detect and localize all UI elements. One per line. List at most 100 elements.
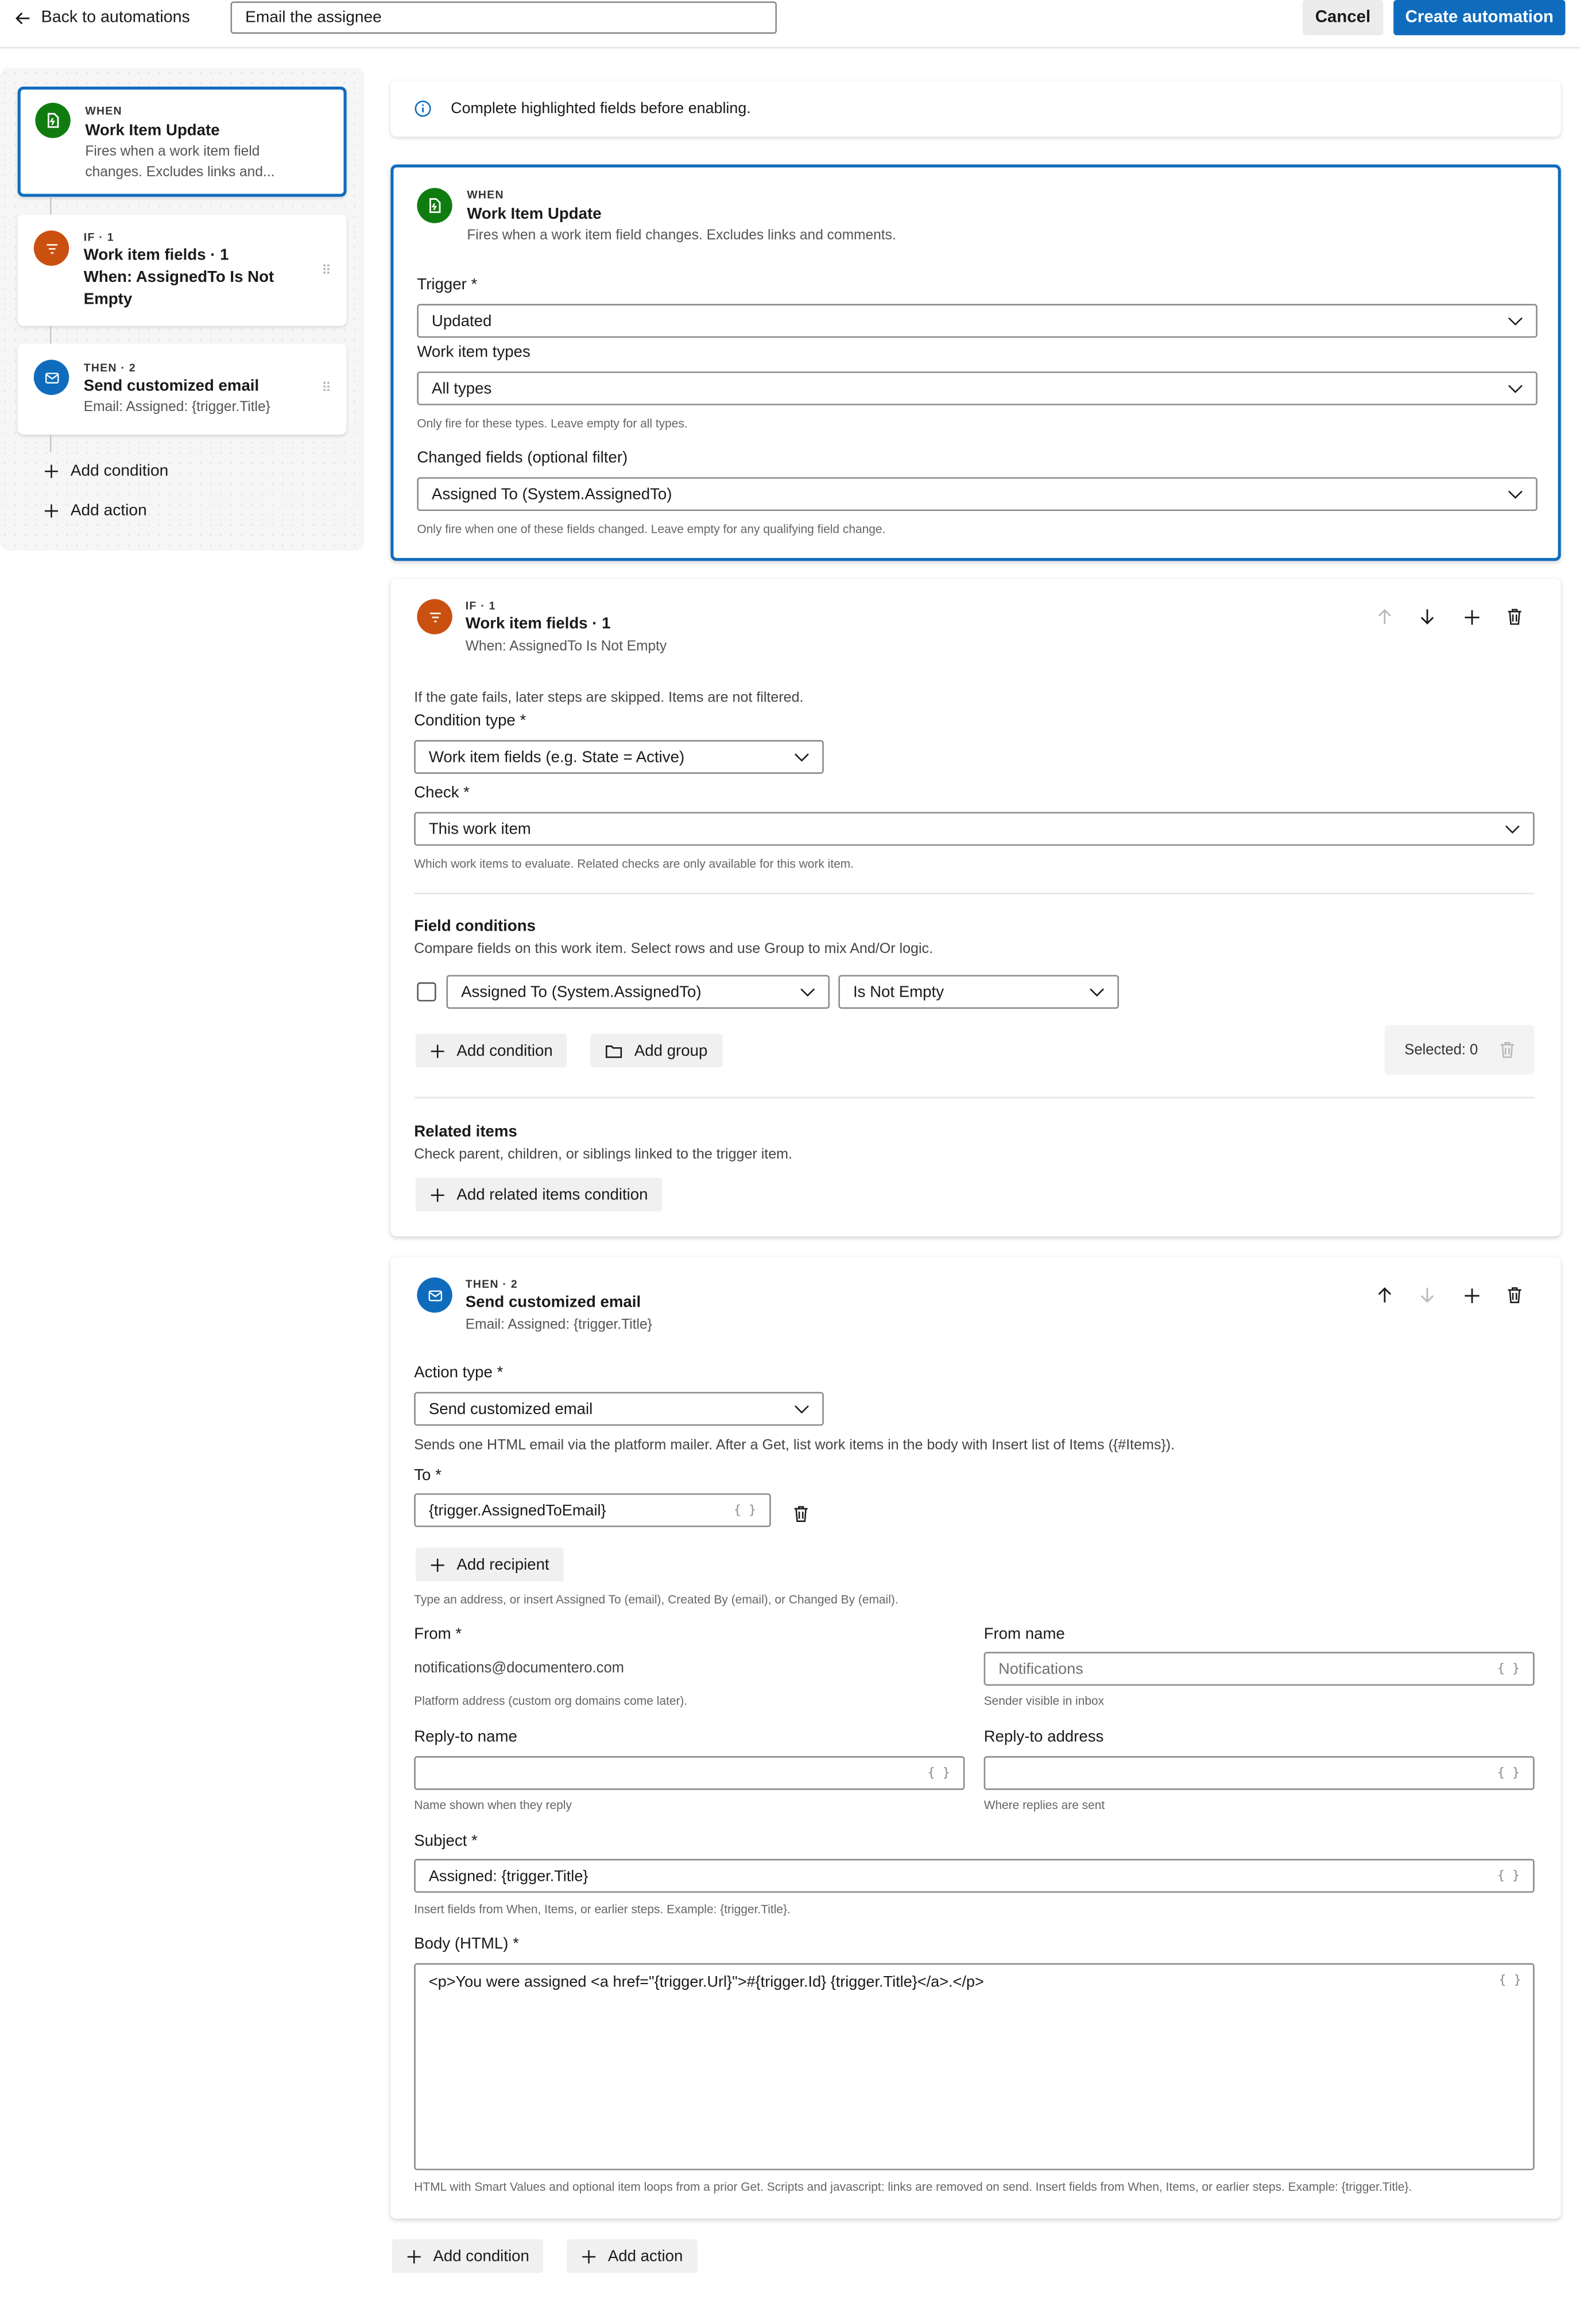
footer-add-action-label: Add action — [607, 2247, 683, 2265]
work-item-types-hint: Only fire for these types. Leave empty f… — [417, 417, 688, 431]
work-item-types-select[interactable]: All types — [417, 371, 1538, 405]
drag-handle-icon[interactable]: ⠿ — [322, 263, 331, 279]
back-to-automations-link[interactable]: Back to automations — [15, 7, 190, 28]
changed-fields-label: Changed fields (optional filter) — [417, 449, 628, 467]
chevron-down-icon — [1508, 490, 1523, 498]
body-html-textarea[interactable]: <p>You were assigned <a href="{trigger.U… — [414, 1963, 1535, 2171]
arrow-down-icon[interactable] — [1414, 1282, 1440, 1308]
arrow-down-icon[interactable] — [1414, 603, 1440, 630]
selected-count: Selected: 0 — [1404, 1041, 1478, 1058]
sidebar-add-action-label: Add action — [70, 502, 147, 520]
validation-info-bar: Complete highlighted fields before enabl… — [390, 80, 1561, 137]
then-subtitle: Email: Assigned: {trigger.Title} — [465, 1317, 652, 1334]
if-subtitle: When: AssignedTo Is Not Empty — [465, 638, 667, 655]
related-items-description: Check parent, children, or siblings link… — [414, 1146, 793, 1163]
automation-name-input[interactable] — [230, 1, 777, 34]
selection-toolbar: Selected: 0 — [1384, 1025, 1535, 1075]
sidebar-add-condition-button[interactable]: Add condition — [44, 461, 169, 482]
braces-icon[interactable]: { } — [927, 1766, 950, 1781]
reply-to-address-label: Reply-to address — [983, 1728, 1104, 1746]
sidebar-when-title: Work Item Update — [85, 122, 220, 140]
add-group-button[interactable]: Add group — [590, 1033, 722, 1068]
plus-icon[interactable] — [1458, 603, 1485, 630]
reply-to-name-field[interactable]: { } — [414, 1756, 965, 1790]
plus-icon — [406, 2249, 421, 2264]
reply-to-address-field[interactable]: { } — [983, 1756, 1535, 1790]
plus-icon — [430, 1187, 445, 1202]
sidebar-step-when[interactable]: WHEN Work Item Update Fires when a work … — [17, 86, 347, 197]
arrow-up-icon[interactable] — [1372, 1282, 1398, 1308]
drag-handle-icon[interactable]: ⠿ — [322, 380, 331, 396]
add-recipient-label: Add recipient — [456, 1555, 549, 1574]
plus-icon — [430, 1043, 445, 1058]
changed-fields-hint: Only fire when one of these fields chang… — [417, 522, 886, 536]
add-recipient-button[interactable]: Add recipient — [415, 1547, 564, 1582]
braces-icon[interactable]: { } — [734, 1503, 756, 1518]
create-automation-button[interactable]: Create automation — [1393, 0, 1566, 36]
chevron-down-icon — [1505, 824, 1520, 833]
sidebar-when-eyebrow: WHEN — [85, 104, 122, 118]
add-condition-button[interactable]: Add condition — [415, 1033, 568, 1068]
braces-icon[interactable]: { } — [1497, 1766, 1520, 1781]
trash-icon[interactable] — [787, 1501, 814, 1527]
reply-to-name-hint: Name shown when they reply — [414, 1799, 572, 1812]
trash-icon[interactable] — [1501, 1282, 1527, 1308]
trash-icon[interactable] — [1501, 603, 1527, 630]
when-title: Work Item Update — [467, 206, 602, 223]
from-name-placeholder: Notifications — [998, 1660, 1083, 1678]
plus-icon[interactable] — [1458, 1282, 1485, 1308]
condition-type-label: Condition type * — [414, 712, 526, 730]
to-recipient-field[interactable]: {trigger.AssignedToEmail} { } — [414, 1493, 771, 1527]
footer-add-condition-label: Add condition — [433, 2247, 529, 2265]
connector-line — [49, 326, 52, 344]
braces-icon[interactable]: { } — [1497, 1869, 1520, 1884]
chevron-down-icon — [795, 753, 810, 761]
condition-operator-value: Is Not Empty — [853, 983, 944, 1001]
trigger-icon — [417, 188, 452, 223]
arrow-up-icon[interactable] — [1372, 603, 1398, 630]
subject-label: Subject * — [414, 1832, 478, 1850]
if-card: IF · 1 Work item fields · 1 When: Assign… — [390, 578, 1561, 1237]
braces-icon[interactable]: { } — [1497, 1661, 1520, 1676]
condition-field-select[interactable]: Assigned To (System.AssignedTo) — [446, 975, 830, 1009]
connector-line — [49, 196, 52, 215]
add-related-items-button[interactable]: Add related items condition — [415, 1178, 663, 1212]
then-card: THEN · 2 Send customized email Email: As… — [390, 1257, 1561, 2219]
sidebar-if-condition: When: AssignedTo Is Not Empty — [83, 269, 274, 309]
check-select[interactable]: This work item — [414, 812, 1535, 846]
sidebar-add-action-button[interactable]: Add action — [44, 501, 147, 521]
then-eyebrow: THEN · 2 — [465, 1277, 518, 1291]
trigger-select[interactable]: Updated — [417, 304, 1538, 338]
action-type-select[interactable]: Send customized email — [414, 1392, 824, 1426]
section-divider — [414, 893, 1535, 894]
from-label: From * — [414, 1625, 462, 1643]
connector-line — [49, 435, 52, 452]
check-value: This work item — [428, 820, 531, 838]
to-label: To * — [414, 1467, 442, 1485]
body-html-value: <p>You were assigned <a href="{trigger.U… — [428, 1973, 984, 1992]
action-type-note: Sends one HTML email via the platform ma… — [414, 1437, 1175, 1454]
footer-add-action-button[interactable]: Add action — [567, 2239, 698, 2273]
arrow-left-icon — [15, 10, 31, 26]
field-conditions-description: Compare fields on this work item. Select… — [414, 941, 934, 958]
body-label: Body (HTML) * — [414, 1935, 519, 1953]
changed-fields-select[interactable]: Assigned To (System.AssignedTo) — [417, 477, 1538, 512]
braces-icon[interactable]: { } — [1498, 1973, 1521, 1988]
condition-operator-select[interactable]: Is Not Empty — [838, 975, 1119, 1009]
from-name-field[interactable]: Notifications { } — [983, 1652, 1535, 1686]
related-items-title: Related items — [414, 1123, 517, 1141]
cancel-button[interactable]: Cancel — [1302, 0, 1384, 36]
if-eyebrow: IF · 1 — [465, 599, 496, 613]
condition-row-checkbox[interactable] — [417, 982, 436, 1002]
condition-type-select[interactable]: Work item fields (e.g. State = Active) — [414, 740, 824, 774]
from-name-hint: Sender visible in inbox — [983, 1694, 1105, 1708]
trigger-icon — [35, 103, 71, 138]
sidebar-step-then[interactable]: THEN · 2 Send customized email Email: As… — [17, 343, 347, 435]
check-hint: Which work items to evaluate. Related ch… — [414, 857, 854, 871]
sidebar-step-if[interactable]: IF · 1 Work item fields · 1 When: Assign… — [17, 214, 347, 326]
sidebar-add-condition-label: Add condition — [70, 462, 169, 481]
subject-field[interactable]: Assigned: {trigger.Title} { } — [414, 1858, 1535, 1893]
add-group-label: Add group — [634, 1041, 708, 1060]
footer-add-condition-button[interactable]: Add condition — [392, 2239, 544, 2273]
action-type-label: Action type * — [414, 1364, 504, 1382]
